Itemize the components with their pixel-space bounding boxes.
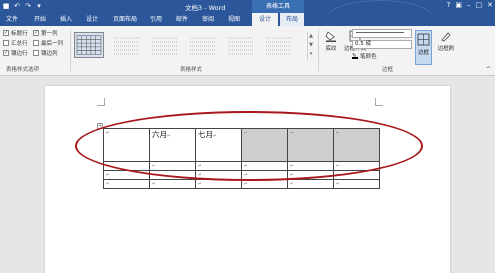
title-bar: ■ ↶ ↷ ▾ 文档3 - Word 表格工具 ? ▣ – □ ✕ [0,0,495,40]
checkbox-icon[interactable] [33,50,39,56]
table-style-grid[interactable] [74,32,104,58]
tab-table-layout[interactable]: 布局 [280,13,304,26]
option-first-column[interactable]: ✓ 第一列 [33,29,58,37]
tab-review[interactable]: 审阅 [198,13,218,26]
option-label: 标题行 [11,31,28,37]
borders-button[interactable]: 边框 [415,30,432,65]
minimize-icon[interactable]: – [467,1,471,9]
option-total-row[interactable]: 汇总行 [3,39,28,47]
option-banded-rows[interactable]: ✓ 镶边行 [3,49,28,57]
ribbon-tabs: 文件 开始 插入 设计 页面布局 引用 邮件 审阅 视图 设计 布局 [0,13,495,26]
quick-access-toolbar: ■ ↶ ↷ ▾ [2,2,43,11]
checkbox-icon[interactable] [3,40,9,46]
customize-icon[interactable]: ▾ [35,2,43,10]
checkbox-icon[interactable] [33,40,39,46]
collapse-ribbon-icon[interactable]: ^ [486,66,491,73]
save-icon[interactable]: ■ [2,2,10,10]
document-area: + ↵ 六月↵ 七月↵ ↵ ↵ ↵ ↵ ↵ ↵ ↵ ↵ ↵ ↵ ↵ ↵ ↵ ↵ … [0,77,495,273]
tab-view[interactable]: 视图 [224,13,244,26]
shading-label: 底纹 [325,46,337,52]
maximize-icon[interactable]: □ [476,1,483,9]
cell-mark: ↵ [106,173,110,178]
tab-insert[interactable]: 插入 [56,13,76,26]
close-icon[interactable]: ✕ [487,1,493,9]
option-label: 汇总行 [11,41,28,47]
cell-mark: ↵ [244,182,248,187]
option-label: 第一列 [41,31,58,37]
borders-label: 边框 [417,50,429,56]
cell-mark: ↵ [336,182,340,187]
checkbox-checked-icon[interactable]: ✓ [3,30,9,36]
group-label-borders: 边框 [382,67,394,73]
pen-style-select[interactable] [352,29,412,38]
shading-button[interactable]: 底纹 [322,30,340,52]
annotation-highlight-oval [75,111,423,181]
checkbox-checked-icon[interactable]: ✓ [3,50,9,56]
group-label-style-options: 表格样式选项 [6,67,40,73]
option-label: 镶边行 [11,51,28,57]
option-label: 最后一列 [41,41,64,47]
help-icon[interactable]: ? [447,1,451,9]
option-last-column[interactable]: 最后一列 [33,39,63,47]
table-cell[interactable]: ↵ [103,179,150,189]
table-style-plain[interactable] [112,32,142,58]
tab-references[interactable]: 引用 [146,13,166,26]
border-painter-label: 边框刷 [437,46,455,52]
option-banded-columns[interactable]: 镶边列 [33,49,58,57]
table-cell[interactable]: ↵ [287,179,334,189]
table-style-plain[interactable] [226,32,256,58]
window-title: 文档3 - Word [185,4,226,12]
tab-design[interactable]: 设计 [82,13,102,26]
group-label-table-styles: 表格样式 [180,67,203,73]
tab-page-layout[interactable]: 页面布局 [108,13,142,26]
checkbox-checked-icon[interactable]: ✓ [33,30,39,36]
pen-weight-select[interactable]: 0.5 磅 [352,40,412,49]
table-styles-gallery [72,30,302,62]
pen-icon: ✎ [352,53,358,59]
table-cell[interactable]: ↵ [149,179,196,189]
undo-icon[interactable]: ↶ [13,2,21,10]
border-painter-button[interactable]: 边框刷 [436,30,456,52]
table-style-plain[interactable] [264,32,294,58]
pen-color-label: 笔颜色 [360,54,377,60]
paint-bucket-icon [325,31,336,42]
table-style-plain[interactable] [188,32,218,58]
tab-home[interactable]: 开始 [30,13,50,26]
group-divider [318,29,319,71]
brush-icon [441,32,451,42]
cell-mark: ↵ [106,182,110,187]
table-tools-label: 表格工具 [252,0,304,13]
option-label: 镶边列 [41,51,58,57]
line-style-icon [356,32,404,33]
gallery-scroll[interactable]: ▲ ▼ ▾ [307,32,314,60]
ribbon-display-icon[interactable]: ▣ [455,1,462,9]
document-page[interactable]: + ↵ 六月↵ 七月↵ ↵ ↵ ↵ ↵ ↵ ↵ ↵ ↵ ↵ ↵ ↵ ↵ ↵ ↵ … [45,86,450,273]
cell-mark: ↵ [152,182,156,187]
option-header-row[interactable]: ✓ 标题行 [3,29,28,37]
group-divider [70,29,71,71]
pen-color-button[interactable]: ✎ 笔颜色 [352,52,377,60]
tab-mailings[interactable]: 邮件 [172,13,192,26]
window-controls: ? ▣ – □ ✕ [447,1,493,9]
ribbon: ✓ 标题行 汇总行 ✓ 镶边行 ✓ 第一列 最后一列 镶边列 表格样式选项 ▲ … [0,26,495,76]
table-cell[interactable]: ↵ [333,179,380,189]
cell-mark: ↵ [290,182,294,187]
tab-file[interactable]: 文件 [0,13,24,26]
table-style-plain[interactable] [150,32,180,58]
margin-corner-mark [97,98,105,106]
redo-icon[interactable]: ↷ [24,2,32,10]
tab-table-design[interactable]: 设计 [252,13,278,26]
margin-corner-mark [375,98,383,106]
borders-icon [417,33,430,46]
cell-mark: ↵ [198,182,202,187]
